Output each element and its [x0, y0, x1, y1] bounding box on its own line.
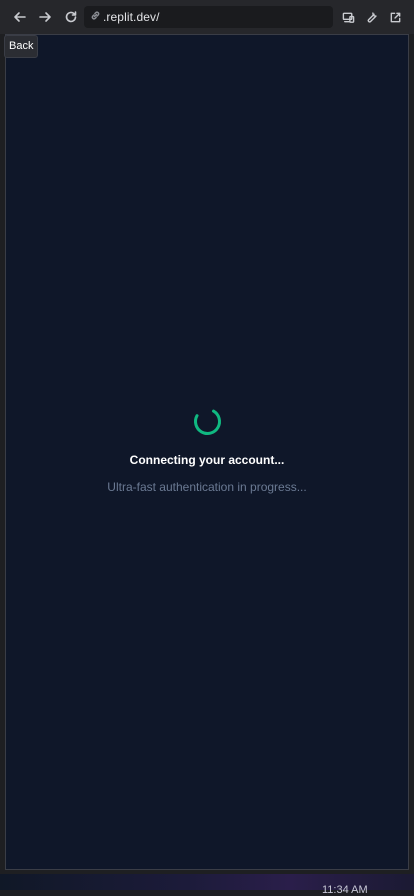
- devtools-button[interactable]: [362, 8, 380, 26]
- browser-toolbar: .replit.dev/: [0, 0, 414, 34]
- taskbar-clock: 11:34 AM: [322, 884, 368, 896]
- devices-icon: [342, 12, 354, 23]
- reload-button[interactable]: [61, 7, 81, 27]
- back-arrow-button[interactable]: [10, 7, 30, 27]
- arrow-left-icon: [14, 12, 26, 22]
- url-text: .replit.dev/: [103, 10, 160, 24]
- status-subtitle: Ultra-fast authentication in progress...: [107, 480, 307, 494]
- link-icon: [90, 8, 101, 26]
- status-title: Connecting your account...: [129, 453, 285, 467]
- back-tooltip: Back: [4, 35, 39, 58]
- open-new-tab-button[interactable]: [386, 8, 404, 26]
- wrench-icon: [367, 11, 377, 23]
- reload-icon: [65, 11, 77, 23]
- arrow-right-icon: [39, 12, 51, 22]
- url-bar[interactable]: .replit.dev/: [84, 6, 333, 28]
- page-viewport: [5, 34, 409, 870]
- loading-spinner: [192, 406, 223, 437]
- forward-arrow-button[interactable]: [35, 7, 55, 27]
- device-preview-button[interactable]: [339, 8, 357, 26]
- external-link-icon: [390, 12, 400, 22]
- spinner-icon: [194, 408, 221, 435]
